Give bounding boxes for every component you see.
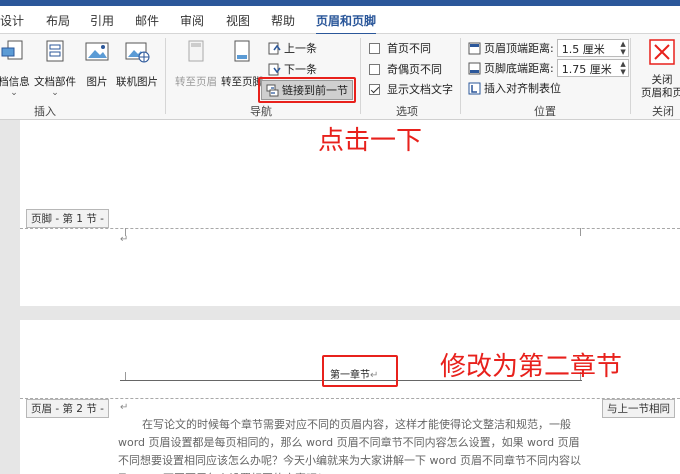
footer-section-1-tag: 页脚 - 第 1 节 - (26, 209, 109, 228)
header-distance-icon (468, 42, 481, 54)
insert-group-label: 插入 (34, 105, 56, 118)
close-header-footer-button[interactable]: 关闭 页眉和页 (636, 38, 680, 100)
position-group-label: 位置 (534, 105, 556, 118)
goto-header-icon (188, 40, 204, 62)
tab-layout[interactable]: 布局 (46, 12, 70, 29)
group-divider (460, 38, 461, 114)
online-picture-icon (125, 42, 150, 63)
margin-corner (118, 372, 126, 380)
close-icon (649, 39, 675, 65)
next-label: 下一条 (284, 63, 317, 76)
checkbox-icon (369, 63, 380, 75)
goto-header-button[interactable]: 转至页眉 (174, 38, 218, 89)
paragraph-mark: ↵ (120, 234, 129, 245)
footer-distance-icon (468, 62, 481, 74)
annotation-change-to: 修改为第二章节 (440, 352, 623, 382)
tab-view[interactable]: 视图 (226, 12, 250, 29)
ribbon-tab-bar: 设计 布局 引用 邮件 审阅 视图 帮助 页眉和页脚 (0, 0, 680, 35)
previous-label: 上一条 (284, 42, 317, 55)
goto-header-label: 转至页眉 (175, 76, 217, 88)
highlight-box (258, 77, 356, 103)
spinner-arrows-icon[interactable]: ▲ ▼ (620, 60, 625, 76)
picture-button[interactable]: 图片 (82, 38, 112, 89)
goto-footer-icon (234, 40, 250, 62)
header-boundary (20, 398, 680, 399)
picture-label: 图片 (86, 76, 108, 88)
group-divider (165, 38, 166, 114)
align-tab-icon (468, 82, 481, 94)
tab-header-footer[interactable]: 页眉和页脚 (316, 12, 377, 35)
insert-align-tab-button[interactable]: 插入对齐制表位 (468, 80, 561, 96)
close-header-footer-label: 关闭 页眉和页 (641, 74, 680, 99)
same-as-previous-tag: 与上一节相同 (602, 399, 675, 418)
header-top-label: 页眉顶端距离: (484, 42, 554, 55)
spinner-arrows-icon[interactable]: ▲ ▼ (620, 40, 625, 56)
online-picture-button[interactable]: 联机图片 (115, 38, 159, 89)
paragraph-mark: ↵ (120, 402, 129, 413)
previous-icon (268, 42, 281, 54)
online-picture-label: 联机图片 (116, 76, 158, 88)
footer-bottom-value: 1.75 厘米 (561, 63, 612, 76)
next-icon (268, 63, 281, 75)
footer-bottom-input[interactable]: 1.75 厘米 ▲ ▼ (556, 59, 629, 77)
doc-info-icon (1, 40, 23, 60)
previous-button[interactable]: 上一条 (268, 40, 317, 56)
header-top-distance: 页眉顶端距离: 1.5 厘米 ▲ ▼ (468, 39, 629, 57)
tab-references[interactable]: 引用 (90, 12, 114, 29)
doc-info-button[interactable]: 档信息 ⌄ (0, 38, 34, 98)
doc-parts-icon (46, 40, 64, 62)
tab-mailings[interactable]: 邮件 (135, 12, 159, 29)
document-area: ↵ 页脚 - 第 1 节 - 第一章节↵ 页眉 - 第 2 节 - ↵ 与上一节… (0, 120, 680, 474)
insert-align-tab-label: 插入对齐制表位 (484, 82, 561, 95)
odd-even-different-label: 奇偶页不同 (387, 63, 442, 76)
footer-bottom-label: 页脚底端距离: (484, 62, 554, 75)
header-section-2-tag: 页眉 - 第 2 节 - (26, 399, 109, 418)
group-divider (360, 38, 361, 114)
checkbox-icon (369, 42, 380, 54)
close-group-label: 关闭 (652, 105, 674, 118)
header-top-value: 1.5 厘米 (561, 43, 605, 56)
picture-icon (85, 42, 109, 61)
first-page-different-label: 首页不同 (387, 42, 431, 55)
tab-review[interactable]: 审阅 (180, 12, 204, 29)
odd-even-different-checkbox[interactable]: 奇偶页不同 (369, 61, 442, 77)
header-top-input[interactable]: 1.5 厘米 ▲ ▼ (556, 39, 629, 57)
nav-group-label: 导航 (250, 105, 272, 118)
footer-bottom-distance: 页脚底端距离: 1.75 厘米 ▲ ▼ (468, 59, 629, 77)
options-group-label: 选项 (396, 105, 418, 118)
show-doc-text-checkbox[interactable]: 显示文档文字 (369, 81, 453, 97)
checked-checkbox-icon (369, 83, 380, 95)
next-button[interactable]: 下一条 (268, 61, 317, 77)
doc-parts-label: 文档部件 (34, 76, 76, 88)
chevron-down-icon: ⌄ (51, 88, 59, 98)
doc-info-label: 档信息 (0, 76, 30, 88)
margin-corner (580, 228, 588, 236)
annotation-click-once: 点击一下 (318, 126, 423, 156)
tab-design[interactable]: 设计 (0, 12, 24, 29)
doc-parts-button[interactable]: 文档部件 ⌄ (32, 38, 78, 98)
highlight-box (322, 355, 398, 387)
chevron-down-icon: ⌄ (10, 88, 18, 98)
show-doc-text-label: 显示文档文字 (387, 83, 453, 96)
body-paragraph: 在写论文的时候每个章节需要对应不同的页眉内容，这样才能使得论文整洁和规范，一般 … (118, 418, 582, 474)
first-page-different-checkbox[interactable]: 首页不同 (369, 40, 431, 56)
group-divider (630, 38, 631, 114)
tab-help[interactable]: 帮助 (271, 12, 295, 29)
